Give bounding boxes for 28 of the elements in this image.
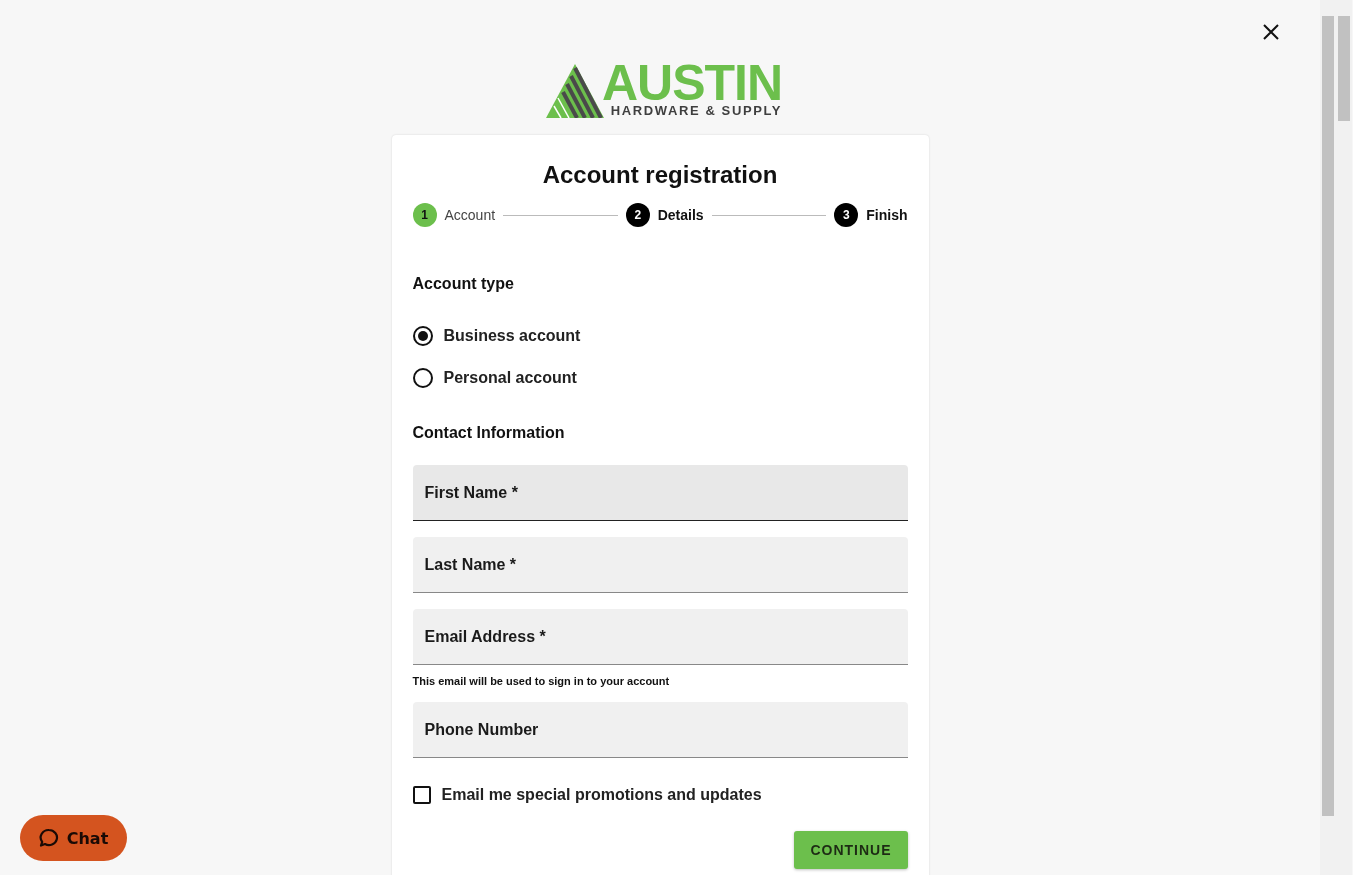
input-field[interactable]: Phone Number: [412, 702, 908, 758]
radio-button[interactable]: [412, 368, 433, 388]
page-title: Account registration: [541, 161, 779, 189]
section-heading: Contact Information: [412, 424, 566, 442]
input-field[interactable]: Last Name *: [412, 537, 908, 593]
radio-button[interactable]: [412, 326, 433, 346]
radio-label: Business account: [443, 327, 581, 345]
scrollbar[interactable]: [1336, 0, 1352, 875]
checkbox[interactable]: [412, 786, 431, 804]
step-label: Account: [444, 207, 496, 223]
speech-bubble-icon: [38, 828, 59, 848]
scrollbar[interactable]: [1320, 0, 1336, 875]
step-number: 3: [834, 203, 859, 227]
logo-mountain-icon: [545, 64, 604, 118]
section-heading: Account type: [412, 275, 515, 293]
checkbox-label: Email me special promotions and updates: [441, 786, 762, 804]
step-number: 1: [412, 203, 437, 227]
logo-tagline: HARDWARE & SUPPLY: [610, 104, 783, 118]
step-label: Finish: [866, 207, 908, 223]
step-number: 2: [625, 203, 650, 227]
radio-label: Personal account: [443, 369, 577, 387]
helper-text: This email will be used to sign in to your account: [412, 675, 671, 687]
input-field[interactable]: Email Address *: [412, 609, 908, 665]
continue-button[interactable]: CONTINUE: [794, 831, 908, 869]
step-label: Details: [657, 207, 704, 223]
chat-button[interactable]: Chat: [20, 815, 127, 861]
input-field[interactable]: First Name *: [412, 465, 908, 521]
logo-name: AUSTIN: [601, 62, 783, 104]
